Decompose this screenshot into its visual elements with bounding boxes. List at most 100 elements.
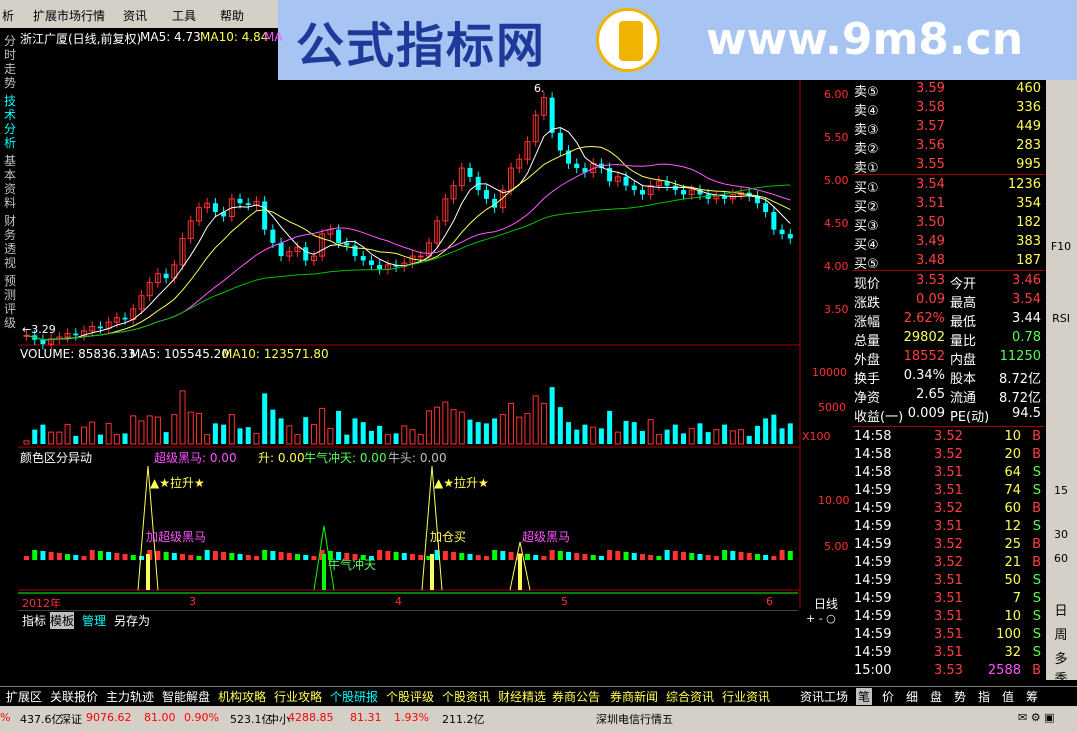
tab-10[interactable]: 券商公告: [550, 688, 602, 705]
vol-unit: X100: [802, 430, 831, 443]
candle-body: [303, 247, 309, 261]
tab-13[interactable]: 行业资讯: [720, 688, 772, 705]
period-60-button[interactable]: 60: [1049, 552, 1073, 572]
order-label: 买①: [854, 181, 879, 196]
tab-12[interactable]: 综合资讯: [664, 688, 716, 705]
tick-volume: 60: [1004, 501, 1021, 516]
menu-item-news[interactable]: 资讯: [123, 7, 147, 24]
period-30-button[interactable]: 30: [1049, 528, 1073, 548]
stat-value: 0.34%: [903, 368, 945, 383]
tab-3[interactable]: 智能解盘: [160, 688, 212, 705]
tab-7[interactable]: 个股评级: [384, 688, 436, 705]
indicator-bar: [56, 553, 62, 560]
order-label: 卖④: [854, 104, 879, 119]
tab-21[interactable]: 值: [1000, 688, 1016, 705]
indicator-bar: [278, 552, 284, 560]
tab-manage[interactable]: 管理: [82, 612, 106, 629]
indicator-bar: [648, 555, 654, 560]
indicator-bar: [286, 553, 292, 560]
tab-save-as[interactable]: 另存为: [114, 612, 150, 629]
order-volume: 336: [1016, 100, 1041, 115]
indicator-bar: [508, 552, 514, 560]
price-tick-4: 4.00: [824, 260, 849, 273]
volume-bar: [113, 434, 120, 445]
candle-body: [574, 163, 580, 169]
tab-22[interactable]: 筹: [1024, 688, 1040, 705]
indicator-bar: [245, 555, 251, 560]
candle-body: [771, 212, 777, 230]
tab-18[interactable]: 盘: [928, 688, 944, 705]
rsi-button[interactable]: RSI: [1049, 312, 1073, 332]
indicator-bar: [672, 551, 678, 560]
order-price: 3.51: [916, 196, 945, 211]
tab-16[interactable]: 价: [880, 688, 896, 705]
volume-bar: [204, 434, 211, 445]
stat-label: PE(动): [950, 410, 990, 425]
nav-fundamental[interactable]: 基本资料: [4, 154, 17, 210]
period-label[interactable]: 日线: [814, 595, 838, 612]
tab-15[interactable]: 笔: [856, 688, 873, 705]
tab-19[interactable]: 势: [952, 688, 968, 705]
tick-row: 14:59 3.51 32 S: [852, 644, 1045, 663]
candle-body: [631, 185, 637, 191]
candle-body: [467, 168, 473, 177]
menu-item-tools[interactable]: 工具: [172, 7, 196, 24]
tab-0[interactable]: 扩展区: [4, 688, 44, 705]
tick-volume: 20: [1004, 447, 1021, 462]
order-volume: 1236: [1007, 177, 1041, 192]
kline-chart[interactable]: [18, 28, 852, 608]
nav-forecast[interactable]: 预测评级: [4, 274, 17, 330]
tab-indicator[interactable]: 指标: [22, 612, 46, 629]
period-season-button[interactable]: 季: [1049, 668, 1073, 680]
tab-1[interactable]: 关联报价: [48, 688, 100, 705]
menu-item-ext-market[interactable]: 扩展市场行情: [33, 7, 105, 24]
candle-body: [377, 264, 383, 270]
menu-item-help[interactable]: 帮助: [220, 7, 244, 24]
candle-body: [97, 326, 103, 329]
tab-17[interactable]: 细: [904, 688, 920, 705]
menu-item-analysis[interactable]: 析: [2, 7, 14, 24]
price-tick-6: 6.00: [824, 88, 849, 101]
tab-4[interactable]: 机构攻略: [216, 688, 268, 705]
period-week-button[interactable]: 周: [1049, 624, 1073, 644]
volume-bar: [384, 434, 391, 445]
indicator-bar: [171, 553, 177, 560]
buy-row: 买⑤ 3.48 187: [852, 252, 1045, 272]
price-tick-5: 5.00: [824, 174, 849, 187]
tab-9[interactable]: 财经精选: [496, 688, 548, 705]
zoom-controls[interactable]: + - ○: [806, 612, 836, 625]
tab-template[interactable]: 模板: [50, 612, 75, 629]
tab-11[interactable]: 券商新闻: [608, 688, 660, 705]
tab-5[interactable]: 行业攻略: [272, 688, 324, 705]
status-icons[interactable]: ✉ ⚙ ▣: [1018, 711, 1054, 724]
tab-2[interactable]: 主力轨迹: [104, 688, 156, 705]
indicator-bar: [713, 556, 719, 560]
signal-label-heima-1: 加超级黑马: [146, 530, 207, 544]
nav-financial[interactable]: 财务透视: [4, 214, 17, 270]
f10-button[interactable]: F10: [1049, 240, 1073, 260]
nav-intraday[interactable]: 分时走势: [4, 34, 17, 90]
tab-20[interactable]: 指: [976, 688, 992, 705]
period-15-button[interactable]: 15: [1049, 484, 1073, 504]
status-field: 0.90%: [184, 711, 219, 724]
price-tick-5.5: 5.50: [824, 131, 849, 144]
indicator-bar: [697, 554, 703, 560]
nav-technical[interactable]: 技术分析: [4, 94, 17, 150]
period-multi-button[interactable]: 多: [1049, 648, 1073, 668]
indicator-bar: [549, 550, 555, 560]
indicator-bar: [746, 553, 752, 560]
stat-row: 现价 3.53 今开 3.46: [852, 272, 1045, 292]
indicator-bar: [664, 550, 670, 560]
tick-row: 14:58 3.51 64 S: [852, 464, 1045, 483]
volume-bar: [303, 417, 309, 444]
tick-volume: 25: [1004, 537, 1021, 552]
stat-label: 换手: [854, 372, 881, 387]
tick-row: 14:58 3.52 10 B: [852, 428, 1045, 447]
tab-6[interactable]: 个股研报: [328, 688, 380, 705]
tab-8[interactable]: 个股资讯: [440, 688, 492, 705]
x-label-3: 3: [189, 595, 196, 608]
candle-body: [639, 190, 645, 195]
chart-title: 浙江广厦(日线,前复权): [20, 32, 142, 46]
tab-14[interactable]: 资讯工场: [798, 688, 850, 705]
period-day-button[interactable]: 日: [1049, 600, 1073, 620]
